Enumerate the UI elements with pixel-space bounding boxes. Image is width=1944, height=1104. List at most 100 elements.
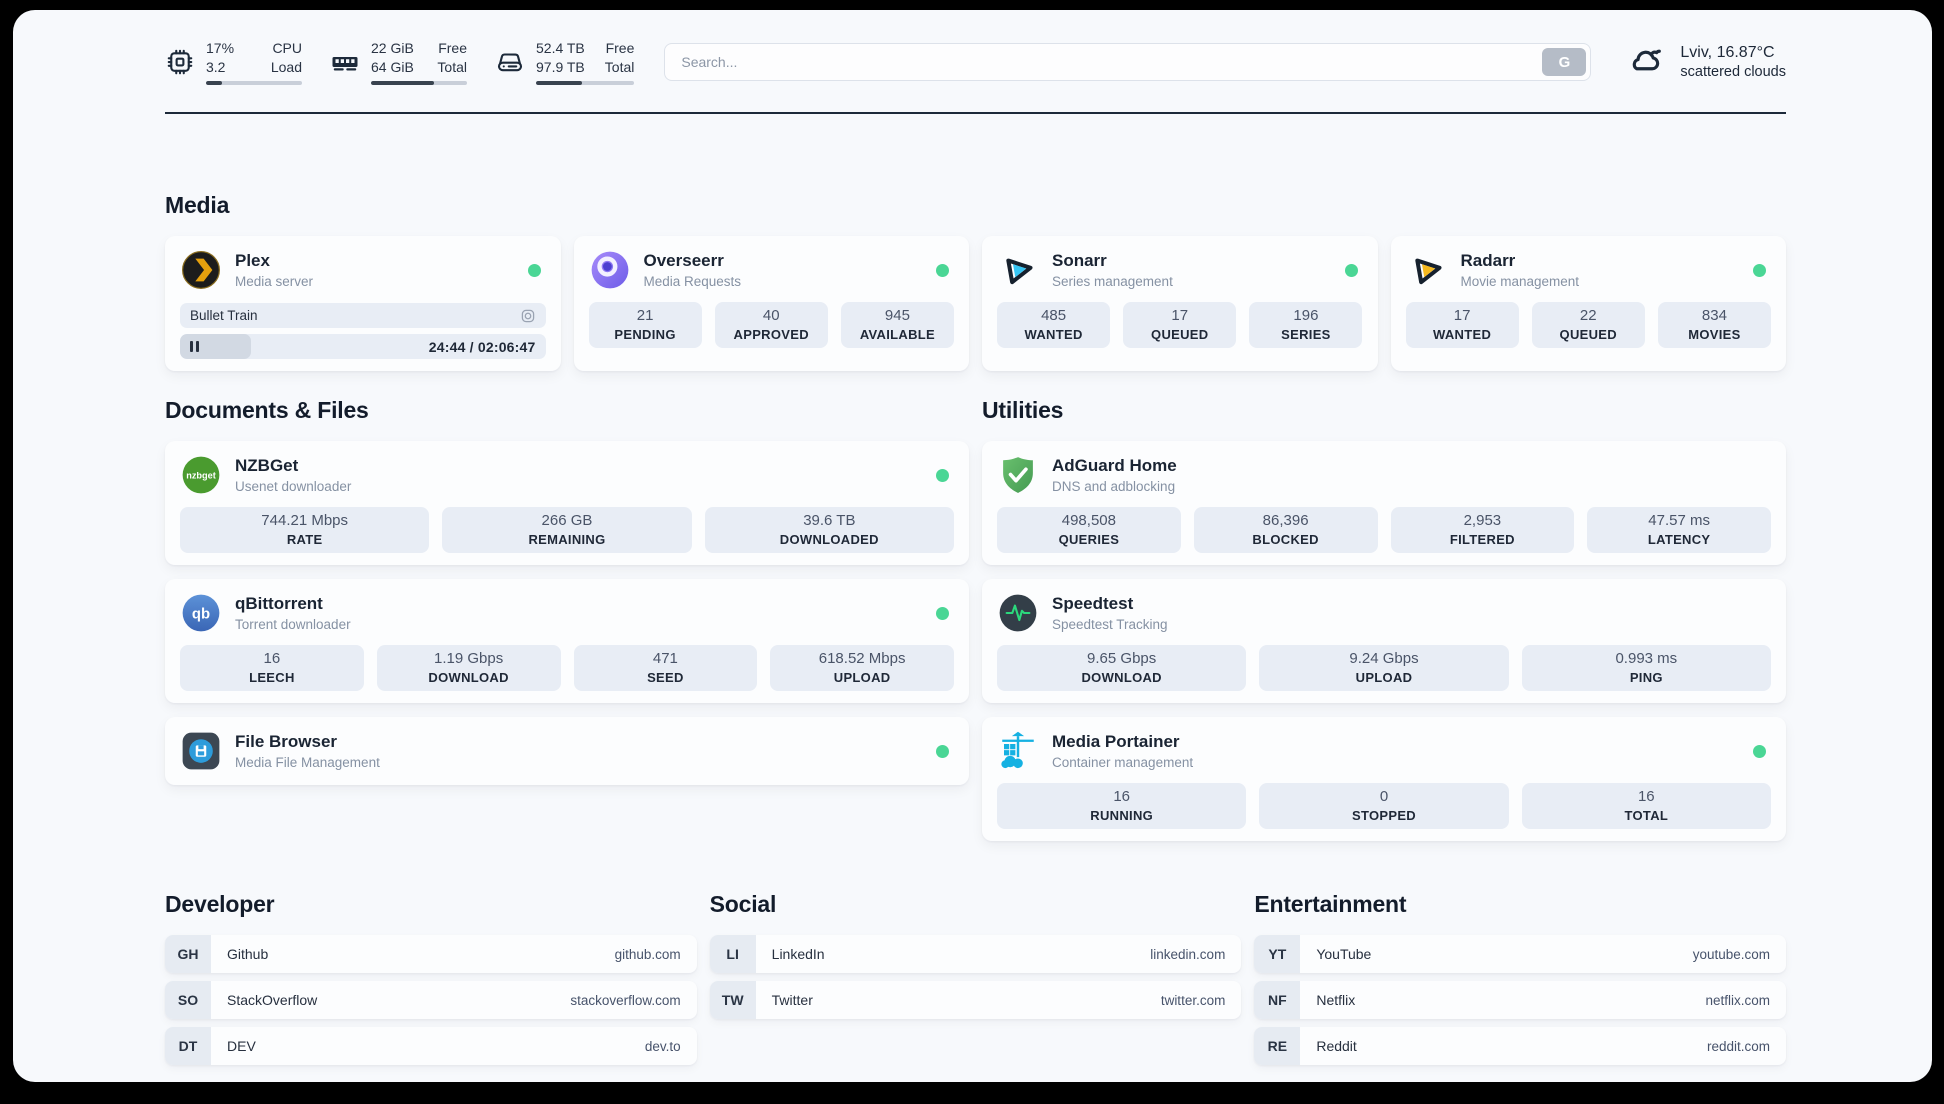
top-bar: 17% 3.2 CPU Load 22 GiB 64 GiB Free Tota…: [165, 38, 1786, 86]
app-name: AdGuard Home: [1052, 455, 1177, 475]
app-name: NZBGet: [235, 455, 299, 475]
stat-total: 16 TOTAL: [1521, 783, 1771, 829]
qbittorrent-card[interactable]: qb qBittorrent Torrent downloader 16 LEE…: [165, 579, 969, 703]
app-subtitle: Media server: [235, 274, 314, 290]
ram-icon: [330, 47, 360, 77]
media-type-icon: [520, 308, 536, 324]
nzbget-icon: nzbget: [180, 454, 222, 496]
link-name: YouTube: [1316, 946, 1372, 962]
link-url: linkedin.com: [1150, 946, 1226, 962]
weather-condition: scattered clouds: [1680, 64, 1786, 80]
stat-remaining: 266 GB REMAINING: [442, 507, 692, 553]
filebrowser-card[interactable]: File Browser Media File Management: [165, 717, 969, 785]
dashboard-panel: 17% 3.2 CPU Load 22 GiB 64 GiB Free Tota…: [13, 10, 1932, 1082]
link-youtube[interactable]: YT YouTube youtube.com: [1254, 935, 1786, 973]
link-netflix[interactable]: NF Netflix netflix.com: [1254, 981, 1786, 1019]
stat-pending: 21 PENDING: [588, 302, 702, 348]
section-title-documents: Documents & Files: [165, 397, 369, 423]
app-name: qBittorrent: [235, 593, 323, 613]
link-url: github.com: [614, 946, 681, 962]
section-title-developer: Developer: [165, 891, 275, 917]
link-linkedin[interactable]: LI LinkedIn linkedin.com: [709, 935, 1242, 973]
sonarr-icon: [997, 249, 1039, 291]
stat-filtered: 2,953 FILTERED: [1390, 507, 1575, 553]
stat-seed: 471 SEED: [573, 645, 758, 691]
cpu-load-value: 3.2: [206, 58, 226, 75]
stat-latency: 47.57 ms LATENCY: [1587, 507, 1771, 553]
qbittorrent-icon: qb: [180, 592, 222, 634]
speedtest-card[interactable]: Speedtest Speedtest Tracking 9.65 Gbps D…: [982, 579, 1786, 703]
filebrowser-icon: [180, 730, 222, 772]
stat-stopped: 0 STOPPED: [1259, 783, 1509, 829]
stat-queries: 498,508 QUERIES: [997, 507, 1181, 553]
link-twitter[interactable]: TW Twitter twitter.com: [709, 981, 1242, 1019]
link-url: stackoverflow.com: [570, 992, 681, 1008]
status-dot: [936, 468, 949, 482]
status-dot: [1753, 263, 1766, 277]
link-url: twitter.com: [1160, 992, 1226, 1008]
weather-widget: Lviv, 16.87°C scattered clouds: [1625, 39, 1786, 86]
link-name: Netflix: [1316, 992, 1356, 1008]
svg-text:qb: qb: [192, 606, 210, 622]
overseerr-card[interactable]: Overseerr Media Requests 21 PENDING 40 A…: [573, 236, 969, 371]
status-dot: [1753, 744, 1766, 758]
adguard-card[interactable]: AdGuard Home DNS and adblocking 498,508 …: [982, 441, 1786, 565]
plex-card[interactable]: Plex Media server Bullet Train 24:44 / 0…: [165, 236, 561, 371]
status-dot: [936, 263, 949, 277]
stat-approved: 40 APPROVED: [714, 302, 828, 348]
app-subtitle: Media File Management: [235, 755, 380, 771]
link-badge: GH: [165, 935, 211, 973]
link-badge: RE: [1254, 1027, 1301, 1065]
app-subtitle: Speedtest Tracking: [1052, 617, 1168, 633]
search-input[interactable]: [664, 43, 1592, 81]
link-dev[interactable]: DT DEV dev.to: [165, 1027, 697, 1065]
stat-series: 196 SERIES: [1249, 302, 1363, 348]
radarr-card[interactable]: Radarr Movie management 17 WANTED 22 QUE…: [1390, 236, 1786, 371]
nzbget-card[interactable]: nzbget NZBGet Usenet downloader 744.21 M…: [165, 441, 969, 565]
playback-time: 24:44 / 02:06:47: [428, 338, 536, 355]
link-stackoverflow[interactable]: SO StackOverflow stackoverflow.com: [165, 981, 697, 1019]
stat-leech: 16 LEECH: [180, 645, 364, 691]
playback-progress: 24:44 / 02:06:47: [180, 334, 546, 359]
stat-download: 9.65 Gbps DOWNLOAD: [997, 645, 1247, 691]
cpu-progress-fill: [206, 80, 223, 85]
link-github[interactable]: GH Github github.com: [165, 935, 697, 973]
link-badge: YT: [1254, 935, 1301, 973]
disk-progress-fill: [536, 80, 583, 85]
app-subtitle: Usenet downloader: [235, 479, 352, 495]
app-name: Sonarr: [1052, 250, 1107, 270]
stat-downloaded: 39.6 TB DOWNLOADED: [704, 507, 954, 553]
link-reddit[interactable]: RE Reddit reddit.com: [1254, 1027, 1786, 1065]
ram-progress-bar: [371, 80, 467, 85]
cpu-stat: 17% 3.2 CPU Load: [165, 39, 302, 85]
now-playing-title: Bullet Train: [190, 308, 258, 323]
stat-available: 945 AVAILABLE: [840, 302, 954, 348]
link-name: Reddit: [1316, 1038, 1357, 1054]
app-name: Media Portainer: [1052, 731, 1180, 751]
link-badge: DT: [165, 1027, 211, 1065]
app-name: Plex: [235, 250, 270, 270]
app-subtitle: Series management: [1052, 274, 1173, 290]
stat-movies: 834 MOVIES: [1657, 302, 1771, 348]
section-title-social: Social: [709, 891, 777, 917]
status-dot: [1344, 263, 1358, 277]
ram-total-value: 64 GiB: [371, 58, 414, 75]
system-stats: 17% 3.2 CPU Load 22 GiB 64 GiB Free Tota…: [165, 39, 635, 85]
now-playing-row: Bullet Train: [180, 303, 546, 328]
link-url: youtube.com: [1692, 946, 1770, 962]
disk-total-value: 97.9 TB: [536, 58, 585, 75]
stat-blocked: 86,396 BLOCKED: [1193, 507, 1378, 553]
speedtest-icon: [997, 592, 1039, 634]
link-name: Github: [227, 946, 269, 962]
plex-icon: [180, 249, 222, 291]
header-divider: [165, 112, 1786, 114]
stat-ping: 0.993 ms PING: [1521, 645, 1771, 691]
portainer-card[interactable]: Media Portainer Container management 16 …: [982, 717, 1786, 841]
status-dot: [936, 744, 949, 758]
pause-icon: [190, 341, 199, 352]
ram-progress-fill: [371, 80, 435, 85]
sonarr-card[interactable]: Sonarr Series management 485 WANTED 17 Q…: [982, 236, 1378, 371]
app-subtitle: Torrent downloader: [235, 617, 351, 633]
search-engine-button[interactable]: G: [1542, 48, 1587, 76]
cpu-label-top: CPU: [272, 40, 302, 57]
